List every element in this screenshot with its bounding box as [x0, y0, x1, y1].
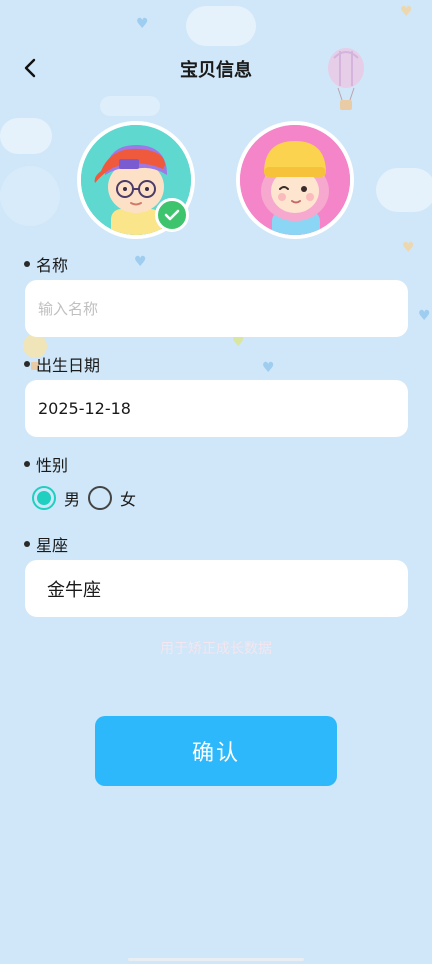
avatar-girl[interactable]	[236, 121, 354, 239]
gender-male-label: 男	[64, 490, 81, 509]
bullet-dot	[24, 361, 30, 367]
page-title: 宝贝信息	[180, 60, 252, 81]
background-decoration: ♥ ♥ ♥ ♥ ♥ ♥ ♥	[0, 0, 432, 964]
bullet-dot	[24, 461, 30, 467]
gender-label-text: 性别	[36, 456, 69, 475]
header-bar: 宝贝信息	[0, 40, 432, 96]
gender-female-label: 女	[120, 490, 137, 509]
hint-text: 用于矫正成长数据	[160, 641, 272, 657]
zodiac-label: 星座	[24, 532, 68, 556]
girl-avatar-image	[240, 125, 350, 235]
gender-label: 性别	[24, 452, 68, 476]
bullet-dot	[24, 261, 30, 267]
name-label-text: 名称	[36, 256, 69, 275]
name-input[interactable]	[25, 280, 408, 337]
gender-female-radio[interactable]	[88, 486, 113, 510]
gender-radio-group: 男 女	[32, 486, 144, 510]
birthdate-label-text: 出生日期	[36, 356, 101, 375]
name-label: 名称	[24, 252, 68, 276]
check-icon	[164, 209, 180, 221]
birthdate-field[interactable]: 2025-12-18	[25, 380, 408, 437]
home-indicator	[128, 958, 304, 961]
zodiac-field[interactable]: 金牛座	[25, 560, 408, 617]
birthdate-value: 2025-12-18	[38, 399, 131, 418]
zodiac-value: 金牛座	[47, 579, 101, 601]
birthdate-label: 出生日期	[24, 352, 100, 376]
selected-check-badge	[155, 198, 189, 232]
confirm-button[interactable]: 确认	[95, 716, 337, 786]
zodiac-label-text: 星座	[36, 536, 69, 555]
bullet-dot	[24, 541, 30, 547]
gender-male-radio[interactable]	[32, 486, 56, 510]
